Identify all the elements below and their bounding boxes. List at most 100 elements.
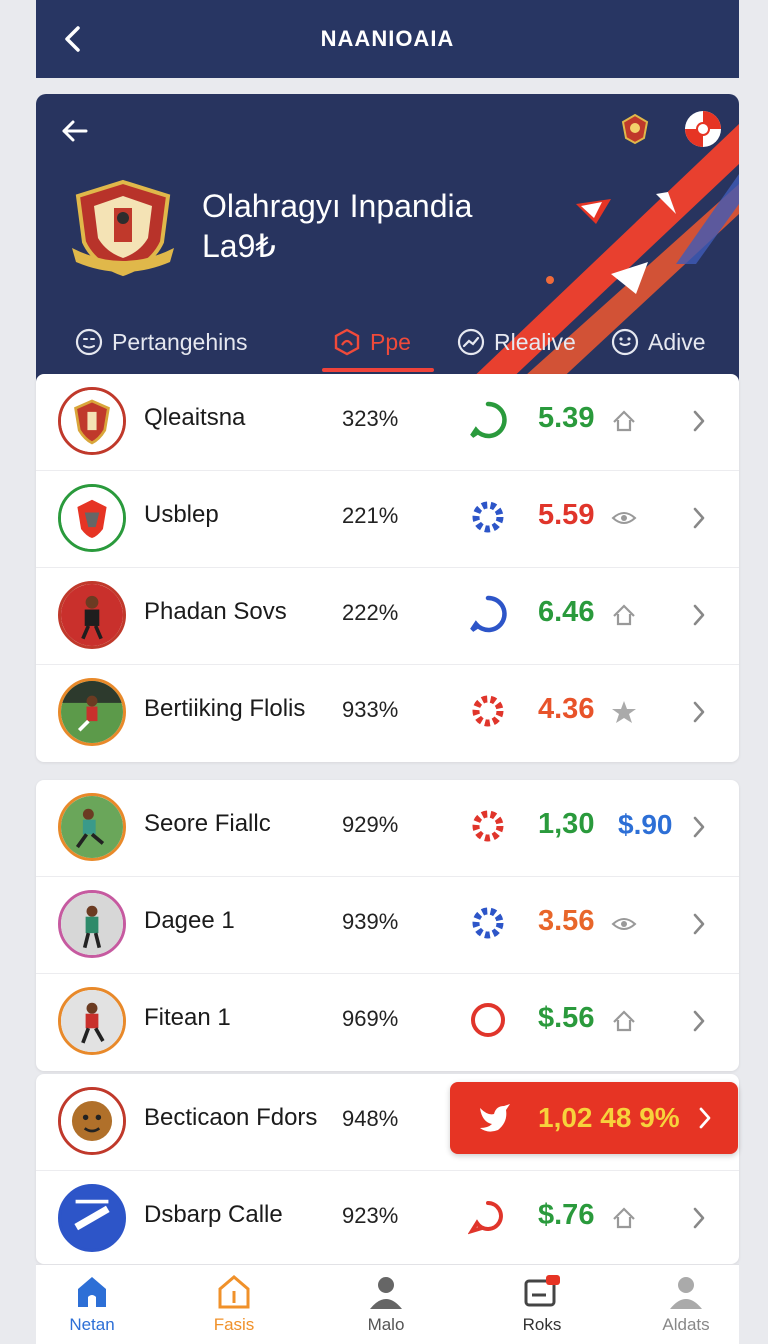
team-value: 4.36	[538, 693, 595, 725]
highlight-odds-button[interactable]: 1,02 48 9%	[450, 1082, 738, 1154]
team-value: $.76	[538, 1199, 595, 1231]
tab-ppe[interactable]: Ppe	[332, 322, 411, 362]
team-value: 1,30	[538, 808, 595, 840]
bottom-nav: Netan Fasis Malo Roks Aldats	[36, 1264, 739, 1344]
team-row[interactable]: Seore Fiallc 929% 1,30 $.90	[36, 780, 739, 877]
player-photo-avatar	[58, 793, 126, 861]
team-value: 3.56	[538, 905, 595, 937]
house-outline-icon	[218, 1275, 250, 1309]
chevron-right-icon	[699, 1107, 711, 1129]
active-tab-indicator	[322, 368, 434, 372]
league-title-line1: Olahragyı Inpandia	[202, 188, 473, 224]
team-name: Fitean 1	[144, 1004, 231, 1031]
highlight-value: 1,02 48 9%	[538, 1102, 680, 1133]
person-icon	[370, 1277, 402, 1309]
home-icon	[78, 1277, 106, 1307]
team-name: Seore Fiallc	[144, 810, 271, 837]
team-value: 5.39	[538, 402, 595, 434]
back-arrow-icon[interactable]	[58, 114, 92, 148]
chevron-right-icon[interactable]	[692, 506, 706, 530]
team-name: Becticaon Fdors	[144, 1104, 318, 1131]
blue-gear-icon	[472, 907, 504, 939]
tab-label: Rlealive	[494, 328, 576, 355]
chevron-right-icon[interactable]	[692, 409, 706, 433]
chevron-right-icon[interactable]	[692, 1009, 706, 1033]
team-row[interactable]: Usblep 221% 5.59	[36, 471, 739, 568]
flag-badge-icon[interactable]	[684, 110, 722, 148]
nav-roks[interactable]: Roks	[482, 1273, 602, 1339]
chevron-right-icon[interactable]	[692, 603, 706, 627]
nav-label: Aldats	[662, 1315, 710, 1334]
chevron-right-icon[interactable]	[692, 815, 706, 839]
team-extra-value: $.90	[618, 809, 673, 840]
blue-gear-icon	[472, 501, 504, 533]
red-gear-icon	[472, 810, 504, 842]
team-row[interactable]: Phadan Sovs 222% 6.46	[36, 568, 739, 665]
nav-malo[interactable]: Malo	[326, 1273, 446, 1339]
back-arrow-icon[interactable]	[58, 22, 88, 56]
player-photo-avatar	[58, 890, 126, 958]
eye-arrow-icon	[611, 918, 637, 930]
league-header: Olahragyı Inpandia La9₺ Pertangehins Ppe…	[36, 94, 739, 384]
red-chat-icon	[468, 1201, 503, 1235]
team-crest-avatar	[58, 387, 126, 455]
team-name: Usblep	[144, 501, 219, 528]
team-percentage: 323%	[342, 406, 399, 431]
hexagon-icon	[334, 328, 360, 356]
top-bar: NAANIOAIA	[36, 0, 739, 78]
team-crest-avatar	[58, 1184, 126, 1252]
team-name: Qleaitsna	[144, 404, 246, 431]
home-arrow-icon	[613, 1010, 635, 1032]
team-percentage: 969%	[342, 1006, 399, 1031]
team-value: 5.59	[538, 499, 595, 531]
nav-label: Malo	[367, 1315, 405, 1334]
team-crest-avatar	[58, 1087, 126, 1155]
home-arrow-icon	[613, 1207, 635, 1229]
team-percentage: 939%	[342, 909, 399, 934]
chevron-right-icon[interactable]	[692, 700, 706, 724]
blue-circle-icon	[470, 595, 507, 633]
home-arrow-icon	[613, 604, 635, 626]
team-percentage: 923%	[342, 1203, 399, 1228]
team-list-card: Seore Fiallc 929% 1,30 $.90 Dagee 1 939%…	[36, 780, 739, 1071]
tab-label: Ppe	[370, 328, 411, 355]
chevron-right-icon[interactable]	[692, 1206, 706, 1230]
tab-bar: Pertangehins Ppe Rlealive Adive	[36, 322, 739, 378]
player-photo-avatar	[58, 987, 126, 1055]
team-name: Dsbarp Calle	[144, 1201, 283, 1228]
nav-netan[interactable]: Netan	[32, 1273, 152, 1339]
league-title-line2: La9₺	[202, 228, 276, 264]
bird-icon	[480, 1104, 510, 1132]
team-list-card: Becticaon Fdors 948% 1,02 48 9% Dsbarp C…	[36, 1074, 739, 1264]
green-circle-icon	[470, 401, 507, 439]
trophy-face-icon	[75, 328, 103, 356]
chevron-right-icon[interactable]	[692, 912, 706, 936]
nav-fasis[interactable]: Fasis	[174, 1273, 294, 1339]
emblem-icon	[621, 113, 649, 145]
tab-adive[interactable]: Adive	[610, 322, 706, 362]
team-row[interactable]: Qleaitsna 323% 5.39	[36, 374, 739, 471]
team-row[interactable]: Bertiiking Flolis 933% 4.36	[36, 665, 739, 762]
refresh-face-icon	[611, 328, 639, 356]
team-row[interactable]: Becticaon Fdors 948% 1,02 48 9%	[36, 1074, 739, 1171]
page-title: NAANIOAIA	[320, 26, 455, 51]
league-title: Olahragyı Inpandia La9₺	[202, 186, 532, 266]
nav-aldats[interactable]: Aldats	[626, 1273, 746, 1339]
card-icon	[524, 1275, 560, 1307]
team-crest-avatar	[58, 484, 126, 552]
team-list-card: Qleaitsna 323% 5.39 Usblep 221% 5.59 Pha…	[36, 374, 739, 762]
tab-rlealive[interactable]: Rlealive	[456, 322, 576, 362]
trend-line-icon	[457, 328, 485, 356]
team-row[interactable]: Fitean 1 969% $.56	[36, 974, 739, 1071]
nav-label: Netan	[69, 1315, 115, 1334]
team-name: Phadan Sovs	[144, 598, 287, 625]
team-percentage: 948%	[342, 1106, 399, 1131]
nav-label: Roks	[522, 1315, 562, 1334]
team-row[interactable]: Dagee 1 939% 3.56	[36, 877, 739, 974]
tab-pertangehins[interactable]: Pertangehins	[74, 322, 248, 362]
team-row[interactable]: Dsbarp Calle 923% $.76	[36, 1171, 739, 1268]
team-percentage: 929%	[342, 812, 399, 837]
eye-arrow-icon	[611, 512, 637, 524]
person-icon	[670, 1277, 702, 1309]
red-circle-icon	[471, 1003, 505, 1037]
